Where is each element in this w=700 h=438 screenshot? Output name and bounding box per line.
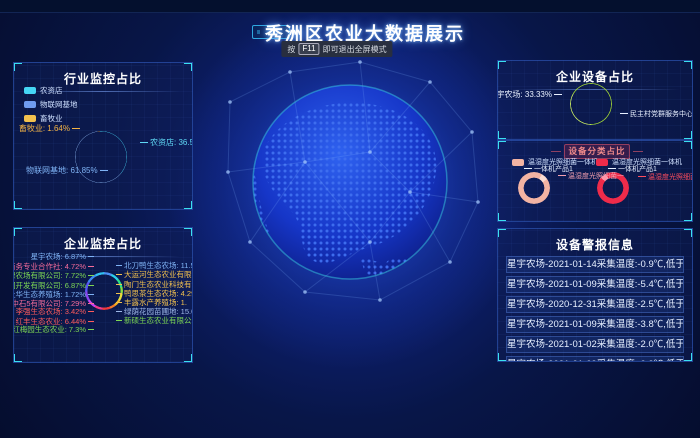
swatch-livestock	[24, 115, 36, 122]
device-label-left: 星宇农场: 33.33%	[497, 91, 564, 99]
alert-row: 星宇农场-2021-01-09采集温度:-0.9℃,低于下限:0℃	[506, 356, 684, 362]
alerts-list: 星宇农场-2021-01-14采集温度:-0.9℃,低于下限:0℃ 星宇农场-2…	[498, 256, 692, 362]
legend-item-store[interactable]: 农资店	[24, 85, 78, 96]
class-left-callout: 温湿度光照细菌一	[556, 173, 624, 180]
hint-prefix: 按	[287, 44, 295, 55]
swatch-class-right	[596, 159, 608, 166]
enterprise-label: 星宇农场: 6.87%	[31, 253, 94, 261]
alert-row: 星宇农场-2020-12-31采集温度:-2.5℃,低于下限:0℃	[506, 296, 684, 313]
top-bar	[0, 0, 700, 13]
panel-enterprise-monitor: 企业监控占比 星宇农场: 6.87% 利湘商务专业合作社: 4.72% 家绿农场…	[13, 227, 193, 363]
enterprise-label: 国开发有限公司: 6.87%	[13, 282, 94, 290]
device-label-right: 民主村党群服务中心:	[618, 111, 693, 118]
enterprise-label: 大运河生态农业有限责任公	[116, 271, 193, 279]
enterprise-label: 丰露水产养殖场: 1.	[116, 299, 187, 307]
label-iot: 物联网基地: 61.85%	[26, 167, 110, 175]
panel-device-classification: 设备分类占比 温湿度光照细菌一体机 一体机产品1 温湿度光照细菌一 温湿度光照细…	[497, 140, 693, 222]
legend-item-iot[interactable]: 物联网基地	[24, 99, 78, 110]
globe-visualization	[210, 42, 490, 322]
class-right-product-label: 一体机产品1	[606, 166, 657, 173]
panel-device-alerts: 设备警报信息 星宇农场-2021-01-14采集温度:-0.9℃,低于下限:0℃…	[497, 228, 693, 362]
panel-device-ratio: 企业设备占比 星宇农场: 33.33% 民主村党群服务中心:	[497, 60, 693, 140]
alerts-panel-title: 设备警报信息	[498, 236, 692, 253]
swatch-iot	[24, 101, 36, 108]
hint-suffix: 即可退出全屏模式	[323, 44, 387, 55]
class-right-callout: 温湿度光照细菌一	[636, 174, 693, 181]
industry-donut-chart[interactable]	[75, 131, 127, 183]
alert-row: 星宇农场-2021-01-09采集温度:-3.8℃,低于下限:0℃	[506, 316, 684, 333]
alert-row: 星宇农场-2021-01-02采集温度:-2.0℃,低于下限:0℃	[506, 336, 684, 353]
legend-label: 畜牧业	[40, 113, 63, 124]
enterprise-label: 红梅园生态农业: 7.3%	[13, 326, 94, 334]
label-livestock: 畜牧业: 1.64%	[19, 125, 82, 133]
legend-label: 农资店	[40, 85, 63, 96]
f11-keycap: F11	[298, 43, 319, 55]
enterprise-label: 陶门生态农业科技有限公	[116, 281, 193, 289]
enterprise-label: 北刀鸭生态农场: 11.56%	[116, 262, 193, 270]
dashboard: 秀洲区农业大数据展示 按 F11 即可退出全屏模式 行业监控占比 农资店 物联网…	[0, 0, 700, 438]
enterprise-label: 鸭思茶生态农场: 4.29	[116, 290, 193, 298]
class-left-product-label: 一体机产品1	[522, 166, 573, 173]
label-store: 农资店: 36.51%	[138, 139, 193, 147]
enterprise-panel-title: 企业监控占比	[14, 235, 192, 252]
enterprise-label: 上华生态养殖场: 1.72%	[13, 291, 94, 299]
enterprise-label: 李强生态农场: 3.42%	[16, 308, 94, 316]
enterprise-label: 利湘商务专业合作社: 4.72%	[13, 263, 94, 271]
legend-label: 物联网基地	[40, 99, 78, 110]
device-donut-chart[interactable]	[570, 83, 612, 125]
swatch-store	[24, 87, 36, 94]
enterprise-label: 家绿农场有限公司: 7.72%	[13, 272, 94, 280]
industry-legend: 农资店 物联网基地 畜牧业	[24, 85, 78, 124]
panel-industry-monitor: 行业监控占比 农资店 物联网基地 畜牧业 畜牧业: 1.64% 农资店: 36.…	[13, 62, 193, 210]
alert-row: 星宇农场-2021-01-09采集温度:-5.4℃,低于下限:0℃	[506, 276, 684, 293]
legend-item-livestock[interactable]: 畜牧业	[24, 113, 78, 124]
enterprise-label: 绿荫花园苗圃地: 15.02%	[116, 308, 193, 316]
alert-row: 星宇农场-2021-01-14采集温度:-0.9℃,低于下限:0℃	[506, 256, 684, 273]
swatch-class-left	[512, 159, 524, 166]
fullscreen-hint: 按 F11 即可退出全屏模式	[281, 41, 392, 57]
class-left-donut-chart[interactable]	[518, 172, 550, 204]
enterprise-label: 新硕生态农业有限公司: 6.87%	[116, 317, 193, 325]
